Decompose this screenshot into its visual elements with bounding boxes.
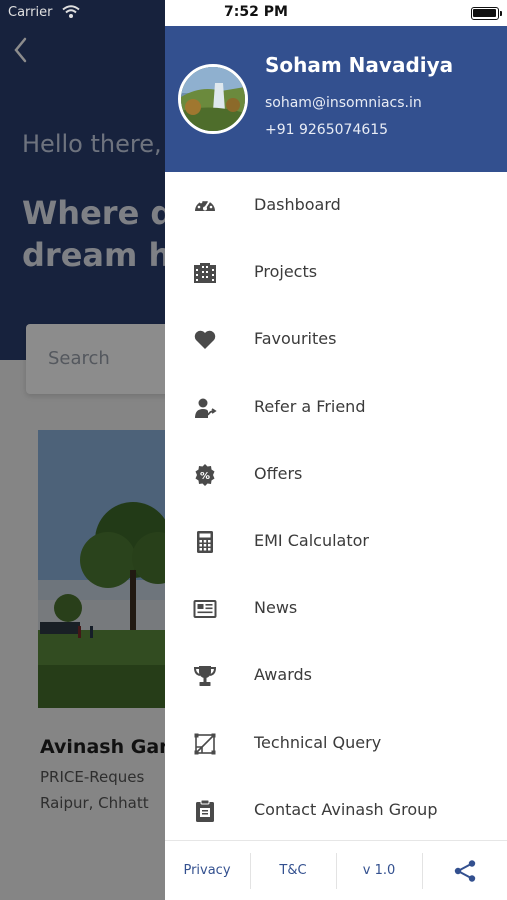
menu-item-refer-a-friend[interactable]: Refer a Friend xyxy=(165,374,507,441)
menu-label-dashboard: Dashboard xyxy=(254,195,341,214)
technical-query-icon xyxy=(193,732,217,756)
version-label-cell: v 1.0 xyxy=(337,841,421,900)
share-icon xyxy=(454,860,476,882)
menu-item-emi-calculator[interactable]: EMI Calculator xyxy=(165,508,507,575)
status-time: 7:52 PM xyxy=(224,4,288,20)
menu-label-news: News xyxy=(254,598,298,618)
wifi-icon xyxy=(62,4,80,23)
heart-icon xyxy=(193,328,217,352)
profile-header[interactable]: Soham Navadiya soham@insomniacs.in +91 9… xyxy=(165,26,507,172)
drawer-status-area: 7:52 PM xyxy=(165,0,507,26)
contact-icon xyxy=(193,799,217,823)
dashboard-gauge-icon xyxy=(193,194,217,218)
trophy-icon xyxy=(193,664,217,688)
profile-email: soham@insomniacs.in xyxy=(265,95,422,111)
menu-label-contact-avinash-group: Contact Avinash Group xyxy=(254,799,438,819)
menu-label-favourites: Favourites xyxy=(254,329,337,349)
menu-label-offers: Offers xyxy=(254,463,303,483)
battery-icon xyxy=(471,7,502,20)
drawer-footer: Privacy T&C v 1.0 xyxy=(165,840,507,900)
menu-label-technical-query: Technical Query xyxy=(254,732,382,752)
menu-item-favourites[interactable]: Favourites xyxy=(165,306,507,373)
terms-link[interactable]: T&C xyxy=(251,841,335,900)
privacy-link[interactable]: Privacy xyxy=(165,841,249,900)
percent-badge-icon: % xyxy=(193,463,217,487)
menu-label-emi-calculator: EMI Calculator xyxy=(254,530,369,550)
profile-name: Soham Navadiya xyxy=(265,53,454,77)
menu-item-awards[interactable]: Awards xyxy=(165,642,507,709)
menu-item-projects[interactable]: Projects xyxy=(165,239,507,306)
terms-label: T&C xyxy=(279,863,307,878)
refer-friend-icon xyxy=(193,396,217,420)
menu-label-projects: Projects xyxy=(254,262,318,282)
privacy-label: Privacy xyxy=(183,863,231,878)
menu-label-refer-a-friend: Refer a Friend xyxy=(254,396,366,416)
share-button[interactable] xyxy=(423,841,507,900)
newspaper-icon xyxy=(193,597,217,621)
menu-item-dashboard[interactable]: Dashboard xyxy=(165,172,507,239)
buildings-icon xyxy=(193,261,217,285)
version-label: v 1.0 xyxy=(362,863,396,878)
menu-item-contact-avinash-group[interactable]: Contact Avinash Group xyxy=(165,777,507,844)
menu-item-technical-query[interactable]: Technical Query xyxy=(165,710,507,777)
profile-phone: +91 9265074615 xyxy=(265,122,389,138)
calculator-icon xyxy=(193,530,217,554)
drawer-menu: Dashboard Projects Favourites Refer a Fr… xyxy=(165,172,507,844)
menu-label-awards: Awards xyxy=(254,665,312,685)
carrier-label: Carrier xyxy=(8,5,53,20)
navigation-drawer: 7:52 PM Soham Navadiya soham@insomniacs.… xyxy=(165,0,507,900)
menu-item-news[interactable]: News xyxy=(165,575,507,642)
avatar[interactable] xyxy=(178,64,248,134)
menu-item-offers[interactable]: % Offers xyxy=(165,441,507,508)
svg-text:%: % xyxy=(200,471,210,482)
